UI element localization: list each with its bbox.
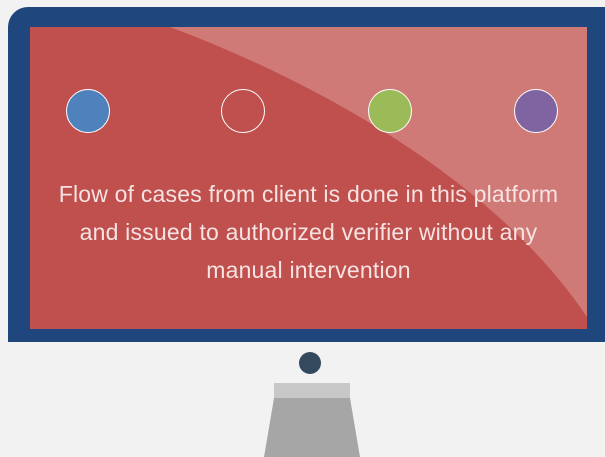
- screen-caption: Flow of cases from client is done in thi…: [58, 181, 559, 283]
- dot-row: [30, 89, 587, 137]
- purple-dot: [514, 89, 558, 133]
- monitor-screen: Flow of cases from client is done in thi…: [30, 27, 587, 329]
- monitor-stand: [264, 398, 360, 457]
- monitor-illustration: Flow of cases from client is done in thi…: [0, 0, 605, 457]
- outline-dot: [221, 89, 265, 133]
- blue-dot: [66, 89, 110, 133]
- green-dot: [368, 89, 412, 133]
- monitor-camera: [299, 352, 321, 374]
- stand-neck: [274, 383, 350, 399]
